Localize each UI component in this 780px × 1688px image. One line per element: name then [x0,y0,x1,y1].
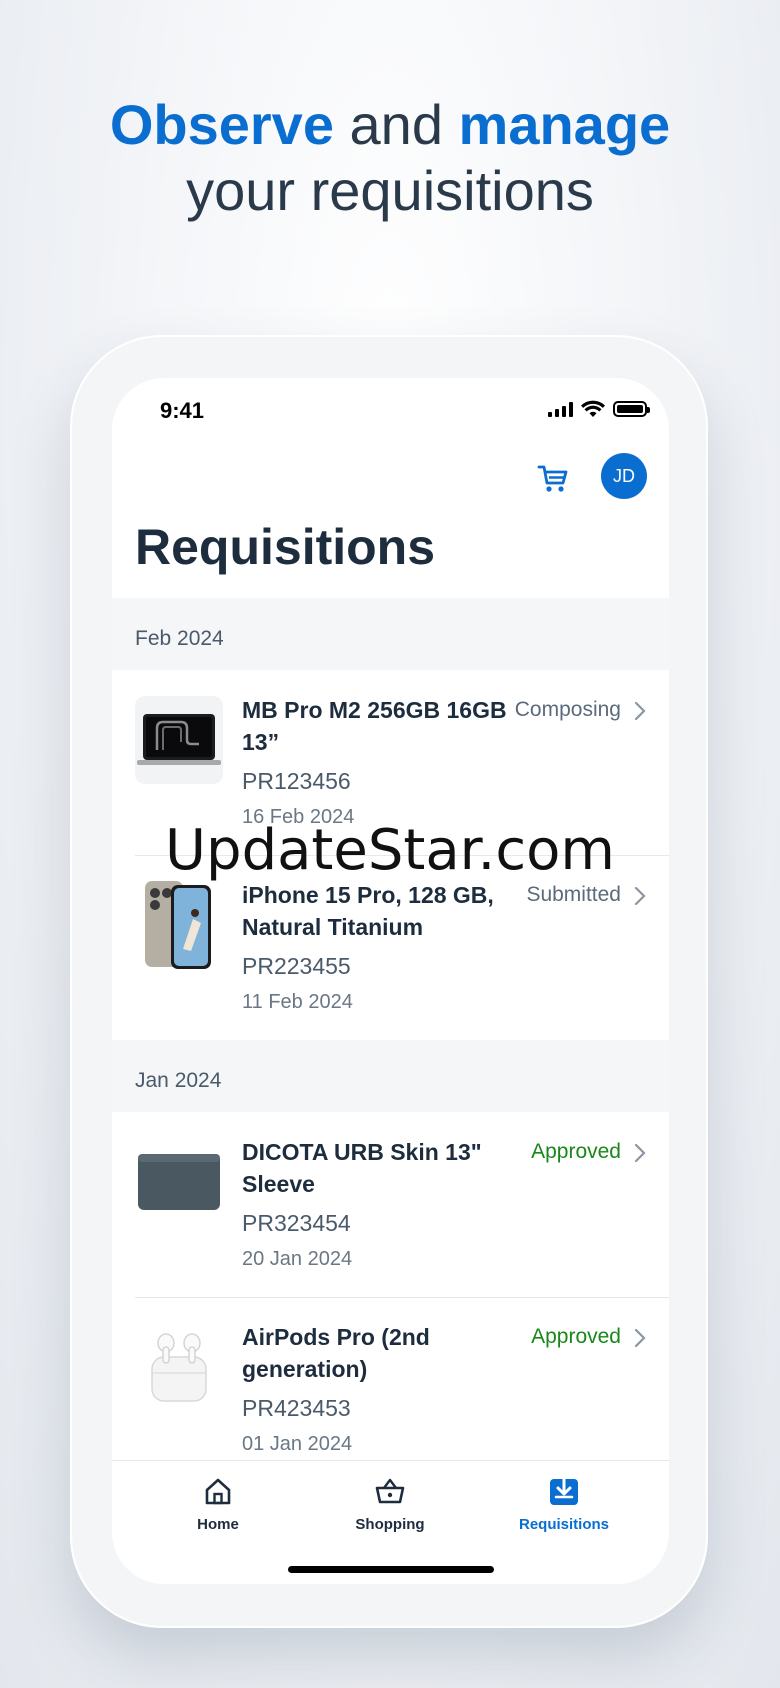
group-header-feb-2024: Feb 2024 [112,598,669,670]
battery-icon [613,401,650,417]
airpods-thumbnail [135,1323,223,1411]
item-title: iPhone 15 Pro, 128 GB, Natural Titanium [242,882,494,940]
item-requisition-id: PR123456 [242,768,351,794]
tab-shopping[interactable]: Shopping [320,1475,460,1533]
item-requisition-id: PR423453 [242,1395,351,1421]
requisition-list: Feb 2024 MB Pro M2 256GB 16GB 13” PR1234… [112,598,669,1482]
headline-line2: your requisitions [186,159,594,222]
status-label: Submitted [526,883,621,906]
cart-icon [537,465,568,492]
tab-requisitions-label: Requisitions [518,1516,609,1533]
item-requisition-id: PR223455 [242,953,351,979]
requisitions-download-icon [550,1476,578,1505]
requisition-item[interactable]: DICOTA URB Skin 13" Sleeve PR323454 20 J… [112,1112,669,1297]
item-requisition-id: PR323454 [242,1210,351,1236]
status-icons [548,400,650,418]
item-date: 20 Jan 2024 [242,1248,353,1270]
page-title: Requisitions [135,519,436,575]
chevron-right-icon [634,701,646,721]
chevron-right-icon [634,1143,646,1163]
tab-shopping-label: Shopping [355,1516,425,1533]
basket-icon [375,1478,405,1504]
item-title: MB Pro M2 256GB 16GB 13” [242,697,507,755]
home-icon [205,1478,231,1505]
watermark-text: UpdateStar.com [165,818,615,883]
status-label: Approved [531,1325,621,1348]
group-header-jan-2024: Jan 2024 [112,1040,669,1112]
marketing-headline: Observe and manage your requisitions [0,92,780,224]
user-avatar[interactable]: JD [601,453,647,499]
chevron-right-icon [634,886,646,906]
tab-home-label: Home [197,1516,239,1533]
macbook-thumbnail [135,696,223,784]
chevron-right-icon [634,1328,646,1348]
status-label: Composing [514,698,621,721]
status-bar: 9:41 [112,378,669,448]
status-time: 9:41 [160,398,205,423]
headline-word-and: and [333,93,459,156]
tab-home[interactable]: Home [148,1475,288,1533]
item-title: DICOTA URB Skin 13" Sleeve [242,1139,482,1197]
phone-screen: 9:41 JD Requisitions Feb 2024 MB Pro M2 … [112,378,669,1584]
status-label: Approved [531,1140,621,1163]
headline-word-manage: manage [458,93,671,156]
home-indicator [288,1566,494,1573]
requisition-item[interactable]: AirPods Pro (2nd generation) PR423453 01… [112,1297,669,1482]
headline-word-observe: Observe [109,93,334,156]
tab-requisitions[interactable]: Requisitions [494,1475,634,1533]
wifi-icon [581,400,605,417]
cellular-signal-icon [548,401,573,417]
sleeve-thumbnail [135,1138,223,1226]
item-date: 01 Jan 2024 [242,1433,353,1455]
iphone-thumbnail [135,881,223,969]
item-date: 11 Feb 2024 [242,991,353,1013]
item-title: AirPods Pro (2nd generation) [242,1324,430,1382]
cart-button[interactable] [532,458,574,500]
